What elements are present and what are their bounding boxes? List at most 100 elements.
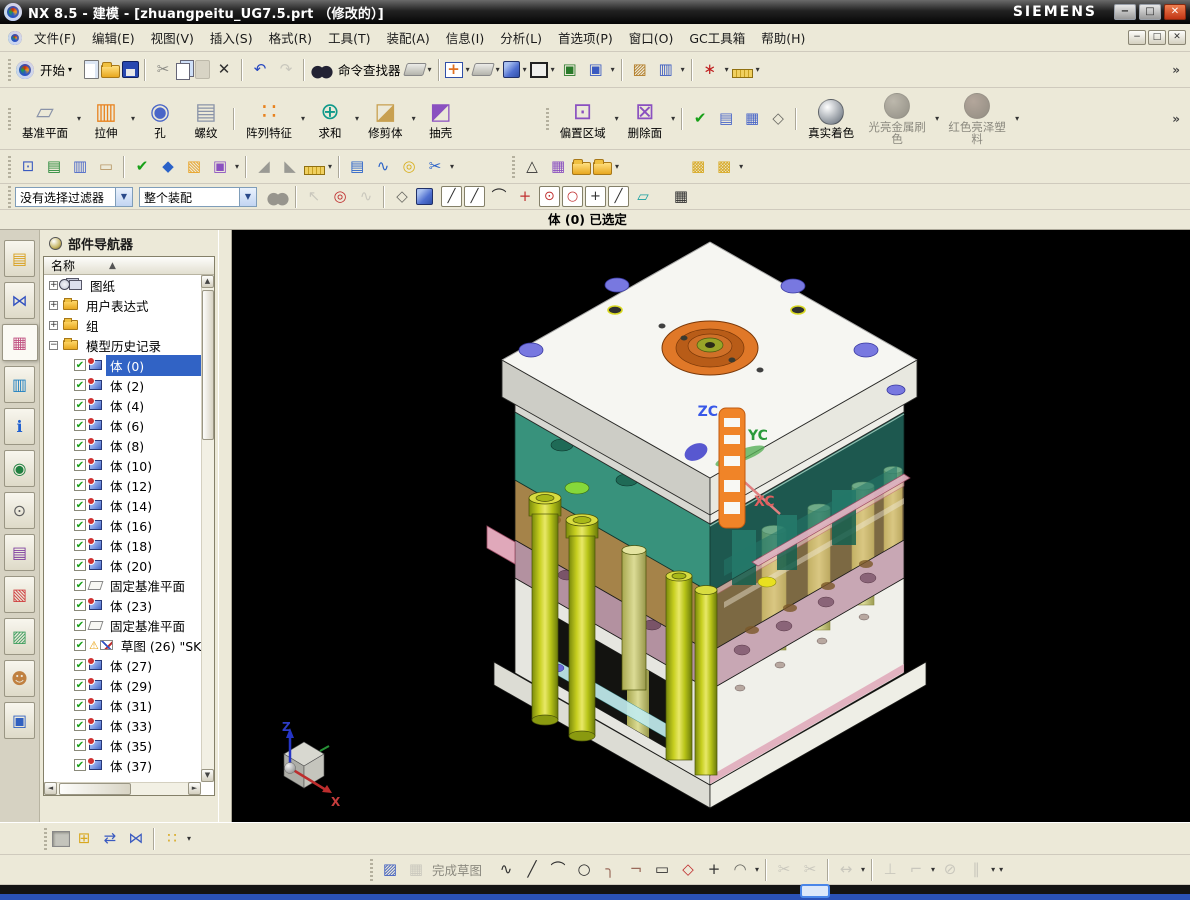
- menu-item-8[interactable]: 分析(L): [492, 24, 550, 51]
- menu-item-10[interactable]: 窗口(O): [621, 24, 682, 51]
- copy-button[interactable]: [176, 62, 191, 80]
- graphics-viewport[interactable]: ZC YC XC Z X: [232, 230, 1190, 822]
- window-display-button[interactable]: ▥: [654, 58, 678, 81]
- checkbox-checked-icon[interactable]: ✔: [74, 719, 86, 731]
- find-component-icon[interactable]: [266, 187, 290, 206]
- constraint-navigator-tab[interactable]: ⋈: [4, 282, 35, 319]
- sketch-task-icon[interactable]: ▨: [378, 858, 402, 881]
- red-plastic-dropdown[interactable]: ▾: [1013, 114, 1021, 123]
- pattern-feature-button[interactable]: ∷ 阵列特征: [239, 90, 299, 148]
- tree-item[interactable]: ✔ 体 (27): [44, 655, 201, 675]
- lock-component-icon[interactable]: ▩: [686, 155, 710, 178]
- tree-item[interactable]: ✔ 体 (20): [44, 555, 201, 575]
- partial-popup[interactable]: [800, 884, 830, 898]
- menu-item-2[interactable]: 视图(V): [143, 24, 202, 51]
- rapid-dimension-icon[interactable]: ↔: [834, 858, 858, 881]
- delete-button[interactable]: ✕: [212, 58, 236, 81]
- studio-spline-icon[interactable]: ◠: [728, 858, 752, 881]
- combo-arrow-icon[interactable]: ▼: [115, 187, 132, 206]
- tree-vertical-scrollbar[interactable]: ▲ ▼: [201, 275, 214, 782]
- pattern-feature-dropdown[interactable]: ▾: [299, 114, 307, 123]
- mdi-minimize-button[interactable]: −: [1128, 30, 1146, 45]
- window-maximize-button[interactable]: □: [1139, 4, 1161, 20]
- rectangle-tool-icon[interactable]: ▭: [650, 858, 674, 881]
- checkbox-checked-icon[interactable]: ✔: [74, 619, 86, 631]
- save-button[interactable]: [122, 61, 140, 78]
- snap-intersection-icon[interactable]: +: [513, 185, 537, 208]
- tree-item[interactable]: ✔ 体 (2): [44, 375, 201, 395]
- checkbox-checked-icon[interactable]: ✔: [74, 399, 86, 411]
- make-symmetric-icon[interactable]: ⌐: [904, 858, 928, 881]
- spring-tool-icon[interactable]: ∿: [371, 155, 395, 178]
- sketch-curve-dropdown[interactable]: ▾: [753, 865, 761, 874]
- menu-item-1[interactable]: 编辑(E): [84, 24, 143, 51]
- selection-scope-dropdown[interactable]: 整个装配 ▼: [139, 186, 257, 207]
- tree-item[interactable]: ✔ 固定基准平面: [44, 615, 201, 635]
- scroll-right-icon[interactable]: ►: [188, 782, 201, 795]
- checkbox-checked-icon[interactable]: ✔: [74, 759, 86, 771]
- bright-metal-dropdown[interactable]: ▾: [933, 114, 941, 123]
- assembly-dropdown[interactable]: ▾: [185, 834, 193, 843]
- assembly-navigator-tab[interactable]: ▤: [4, 240, 35, 277]
- tree-item[interactable]: ✔ 体 (0): [44, 354, 201, 376]
- tools-dropdown[interactable]: ▾: [448, 162, 456, 171]
- synchronous-check-icon[interactable]: ✔: [688, 107, 712, 130]
- pan-view-dropdown[interactable]: ▾: [494, 65, 502, 74]
- point-tool-icon[interactable]: +: [702, 858, 726, 881]
- layer-category-icon[interactable]: ▥: [68, 155, 92, 178]
- line-tool-icon[interactable]: ╱: [520, 858, 544, 881]
- solid-cube-icon[interactable]: [416, 188, 433, 205]
- tree-item[interactable]: ✔ 体 (12): [44, 475, 201, 495]
- checkbox-checked-icon[interactable]: ✔: [74, 459, 86, 471]
- menu-item-11[interactable]: GC工具箱: [681, 24, 753, 51]
- tolerance-table-icon[interactable]: ▦: [546, 155, 570, 178]
- checkbox-checked-icon[interactable]: ✔: [74, 639, 86, 651]
- heal-geometry-icon[interactable]: ◆: [156, 155, 180, 178]
- sketch-overflow-dropdown[interactable]: ▾: [997, 865, 1005, 874]
- shaded-view-button[interactable]: [502, 61, 520, 78]
- analysis-dropdown[interactable]: ▾: [326, 162, 334, 171]
- unite-dropdown[interactable]: ▾: [353, 114, 361, 123]
- snap-face-icon[interactable]: ▱: [631, 185, 655, 208]
- new-file-button[interactable]: [84, 60, 100, 79]
- view-background-button[interactable]: [529, 61, 548, 78]
- tree-item[interactable]: ✔ 体 (35): [44, 735, 201, 755]
- tree-item[interactable]: ✔ 体 (33): [44, 715, 201, 735]
- lock-dropdown[interactable]: ▾: [737, 162, 745, 171]
- web-browser-tab[interactable]: ◉: [4, 450, 35, 487]
- draft-analysis-icon[interactable]: ◢: [252, 155, 276, 178]
- menu-item-3[interactable]: 插入(S): [202, 24, 261, 51]
- split-window-button[interactable]: ▣: [584, 58, 608, 81]
- reuse-library-tab[interactable]: ▥: [4, 366, 35, 403]
- datum-plane-dropdown[interactable]: ▾: [75, 114, 83, 123]
- optimize-face-icon[interactable]: ▧: [182, 155, 206, 178]
- add-component-button[interactable]: ⊞: [72, 827, 96, 850]
- hole-button[interactable]: ◉ 孔: [137, 90, 183, 148]
- tree-item[interactable]: ✔ 体 (8): [44, 435, 201, 455]
- tree-item[interactable]: ✔ 体 (14): [44, 495, 201, 515]
- tree-item[interactable]: ✔ 体 (37): [44, 755, 201, 775]
- snap-endpoint-button[interactable]: ╱: [441, 186, 462, 207]
- constraint-dropdown[interactable]: ▾: [929, 865, 937, 874]
- undo-button[interactable]: ↶: [248, 58, 272, 81]
- command-finder-icon[interactable]: [310, 60, 335, 79]
- spreadsheet-icon[interactable]: ▦: [740, 107, 764, 130]
- tree-item[interactable]: + 组: [44, 315, 201, 335]
- shell-button[interactable]: ◩ 抽壳: [418, 90, 464, 148]
- wireframe-cube-icon[interactable]: ◇: [390, 185, 414, 208]
- system-materials-tab[interactable]: ▨: [4, 618, 35, 655]
- measure-ruler-button[interactable]: [731, 69, 753, 78]
- collapse-icon[interactable]: −: [49, 340, 58, 350]
- paste-button[interactable]: [195, 60, 211, 79]
- snap-point-button[interactable]: +: [585, 186, 606, 207]
- selection-filter-dropdown[interactable]: 没有选择过滤器 ▼: [15, 186, 133, 207]
- red-glossy-plastic-button[interactable]: 红色亮泽塑料: [941, 90, 1013, 148]
- open-file-button[interactable]: [101, 62, 121, 78]
- checkbox-checked-icon[interactable]: ✔: [74, 359, 86, 371]
- geometry-tools-dropdown[interactable]: ▾: [233, 162, 241, 171]
- unite-button[interactable]: ⊕ 求和: [307, 90, 353, 148]
- color-palette-tab[interactable]: ▧: [4, 576, 35, 613]
- extrude-dropdown[interactable]: ▾: [129, 114, 137, 123]
- scroll-down-icon[interactable]: ▼: [201, 769, 214, 782]
- fillet-tool-icon[interactable]: ╮: [598, 858, 622, 881]
